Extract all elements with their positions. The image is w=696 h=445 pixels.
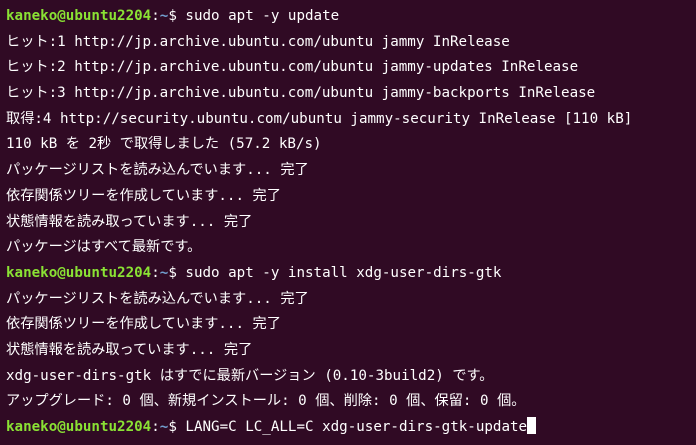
prompt-line: kaneko@ubuntu2204:~$ sudo apt -y update [0, 4, 696, 30]
output-line: パッケージリストを読み込んでいます... 完了 [6, 162, 309, 179]
prompt-line: kaneko@ubuntu2204:~$ LANG=C LC_ALL=C xdg… [0, 415, 696, 441]
prompt-user-host: kaneko@ubuntu2204 [6, 8, 152, 24]
terminal-window[interactable]: kaneko@ubuntu2204:~$ sudo apt -y update … [0, 0, 696, 445]
output-line: アップグレード: 0 個、新規インストール: 0 個、削除: 0 個、保留: 0… [6, 393, 526, 410]
prompt-dollar: $ [168, 419, 186, 435]
output-line: パッケージはすべて最新です。 [6, 239, 202, 256]
prompt-colon: : [151, 264, 160, 281]
prompt-colon: : [151, 8, 160, 24]
command-input[interactable]: LANG=C LC_ALL=C xdg-user-dirs-gtk-update [185, 419, 527, 435]
command-text: sudo apt -y install xdg-user-dirs-gtk [185, 264, 502, 281]
output-line: パッケージリストを読み込んでいます... 完了 [6, 290, 309, 307]
output-line: xdg-user-dirs-gtk はすでに最新バージョン (0.10-3bui… [6, 367, 494, 384]
prompt-line: kaneko@ubuntu2204:~$ sudo apt -y install… [0, 261, 696, 287]
output-line: 状態情報を読み取っています... 完了 [6, 213, 253, 230]
text-cursor [527, 417, 537, 434]
command-text: sudo apt -y update [185, 8, 340, 24]
prompt-user-host: kaneko@ubuntu2204 [6, 419, 152, 435]
output-line: ヒット:2 http://jp.archive.ubuntu.com/ubunt… [6, 59, 579, 76]
prompt-dollar: $ [168, 8, 186, 24]
output-line: ヒット:1 http://jp.archive.ubuntu.com/ubunt… [6, 33, 510, 50]
output-line: 取得:4 http://security.ubuntu.com/ubuntu j… [6, 110, 633, 127]
prompt-dollar: $ [168, 264, 186, 281]
prompt-user-host: kaneko@ubuntu2204 [6, 264, 152, 281]
output-line: 110 kB を 2秒 で取得しました (57.2 kB/s) [6, 136, 322, 153]
output-line: 依存関係ツリーを作成しています... 完了 [6, 316, 281, 333]
output-line: 依存関係ツリーを作成しています... 完了 [6, 187, 281, 204]
prompt-colon: : [151, 419, 160, 435]
output-line: ヒット:3 http://jp.archive.ubuntu.com/ubunt… [6, 85, 596, 102]
output-line: 状態情報を読み取っています... 完了 [6, 341, 253, 358]
